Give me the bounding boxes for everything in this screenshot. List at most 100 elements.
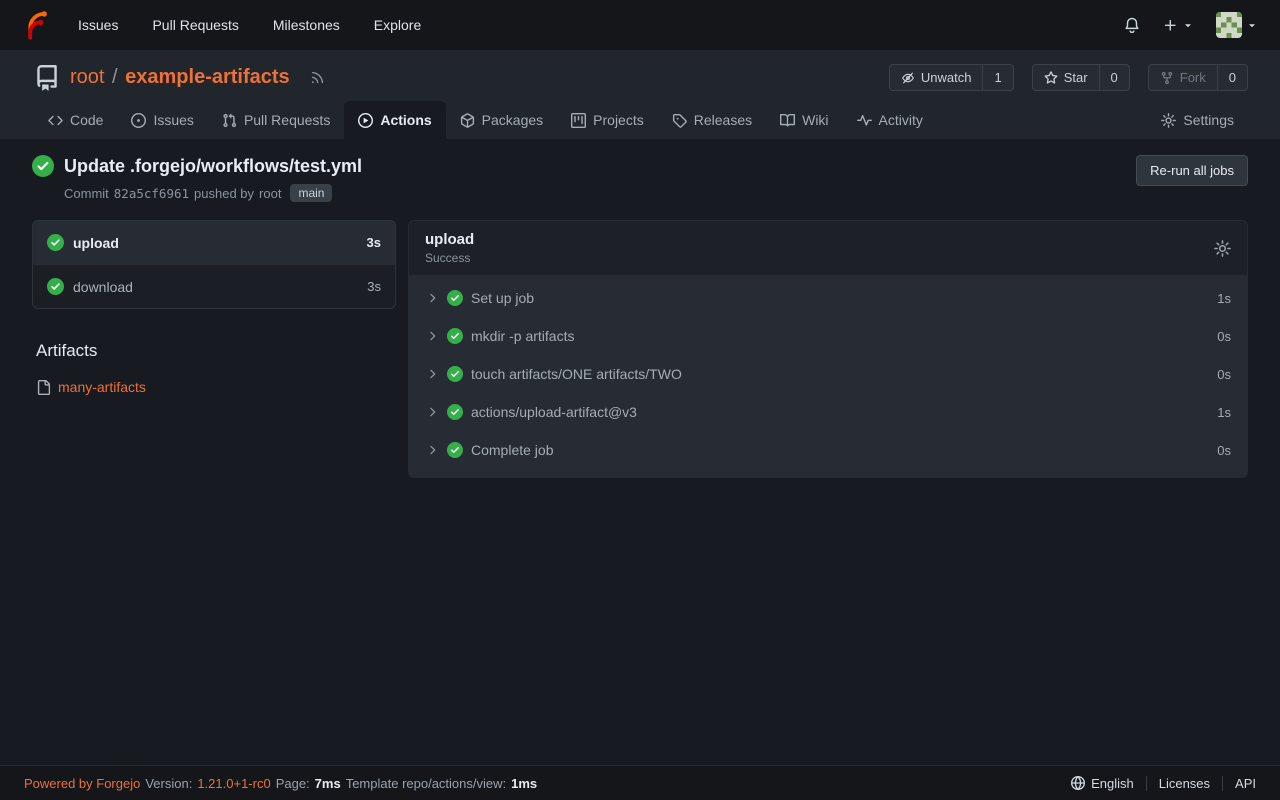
star-label: Star xyxy=(1064,70,1088,85)
job-detail-panel: upload Success Set up job 1s xyxy=(408,220,1248,478)
tab-projects[interactable]: Projects xyxy=(557,101,658,139)
job-row-download[interactable]: download 3s xyxy=(33,264,395,308)
commit-sha-link[interactable]: 82a5cf6961 xyxy=(114,186,189,201)
artifact-item: many-artifacts xyxy=(36,379,396,395)
tab-label: Actions xyxy=(380,112,431,128)
step-name: mkdir -p artifacts xyxy=(471,328,574,344)
star-button[interactable]: Star 0 xyxy=(1032,64,1130,91)
repo-header: root / example-artifacts xyxy=(0,50,1280,139)
plus-icon xyxy=(1163,18,1178,33)
powered-by-link[interactable]: Powered by Forgejo xyxy=(24,776,140,791)
branch-badge[interactable]: main xyxy=(290,184,332,202)
star-icon xyxy=(1044,71,1058,85)
tab-packages[interactable]: Packages xyxy=(446,101,557,139)
job-options-gear-icon[interactable] xyxy=(1214,240,1231,257)
play-circle-icon xyxy=(358,113,373,128)
fork-icon xyxy=(1160,71,1174,85)
chevron-right-icon xyxy=(425,329,439,343)
pulse-icon xyxy=(857,113,872,128)
version-link[interactable]: 1.21.0+1-rc0 xyxy=(197,776,270,791)
tab-settings[interactable]: Settings xyxy=(1147,101,1248,139)
repo-owner-link[interactable]: root xyxy=(70,66,104,88)
licenses-link[interactable]: Licenses xyxy=(1146,776,1222,791)
eye-slash-icon xyxy=(901,71,915,85)
nav-link-milestones[interactable]: Milestones xyxy=(273,17,340,33)
tab-code[interactable]: Code xyxy=(34,101,117,139)
step-name: Set up job xyxy=(471,290,534,306)
pushed-by-label: pushed by xyxy=(194,186,254,201)
forgejo-app: Issues Pull Requests Milestones Explore xyxy=(0,0,1280,800)
tab-actions[interactable]: Actions xyxy=(344,101,445,139)
run-success-icon xyxy=(32,155,54,177)
step-name: actions/upload-artifact@v3 xyxy=(471,404,637,420)
step-row-setup[interactable]: Set up job 1s xyxy=(409,279,1247,317)
step-success-icon xyxy=(447,366,463,382)
step-duration: 1s xyxy=(1217,291,1231,306)
job-steps-list: Set up job 1s mkdir -p artifacts 0s touc… xyxy=(409,275,1247,477)
api-link[interactable]: API xyxy=(1222,776,1256,791)
actions-run-view: Update .forgejo/workflows/test.yml Commi… xyxy=(0,139,1280,765)
job-detail-status: Success xyxy=(425,251,474,265)
repo-title: root / example-artifacts xyxy=(34,65,325,91)
tab-activity[interactable]: Activity xyxy=(843,101,937,139)
tab-label: Settings xyxy=(1183,112,1234,128)
job-name: download xyxy=(73,279,133,295)
repo-name-link[interactable]: example-artifacts xyxy=(125,66,290,88)
step-name: Complete job xyxy=(471,442,554,458)
nav-link-issues[interactable]: Issues xyxy=(78,17,118,33)
step-row-mkdir[interactable]: mkdir -p artifacts 0s xyxy=(409,317,1247,355)
unwatch-button[interactable]: Unwatch 1 xyxy=(889,64,1014,91)
repo-icon xyxy=(34,65,60,91)
step-duration: 1s xyxy=(1217,405,1231,420)
step-name: touch artifacts/ONE artifacts/TWO xyxy=(471,366,682,382)
repo-tabs: Code Issues Pull Requests Actions Packag… xyxy=(34,101,1248,139)
step-duration: 0s xyxy=(1217,329,1231,344)
page-label: Page: xyxy=(276,776,310,791)
template-label: Template repo/actions/view: xyxy=(346,776,506,791)
run-title: Update .forgejo/workflows/test.yml xyxy=(64,156,362,177)
tab-wiki[interactable]: Wiki xyxy=(766,101,842,139)
step-row-upload-artifact[interactable]: actions/upload-artifact@v3 1s xyxy=(409,393,1247,431)
commit-label: Commit xyxy=(64,186,109,201)
watch-count[interactable]: 1 xyxy=(982,65,1012,90)
jobs-list: upload 3s download 3s xyxy=(32,220,396,309)
run-commit-meta: Commit 82a5cf6961 pushed by root main xyxy=(64,184,362,202)
star-count[interactable]: 0 xyxy=(1099,65,1129,90)
issue-icon xyxy=(131,113,146,128)
job-detail-header: upload Success xyxy=(409,221,1247,275)
nav-link-explore[interactable]: Explore xyxy=(374,17,421,33)
navbar-links: Issues Pull Requests Milestones Explore xyxy=(78,17,421,33)
package-icon xyxy=(460,113,475,128)
chevron-right-icon xyxy=(425,367,439,381)
rss-icon[interactable] xyxy=(310,66,325,89)
notifications-bell-icon[interactable] xyxy=(1123,16,1141,34)
step-duration: 0s xyxy=(1217,367,1231,382)
fork-button[interactable]: Fork 0 xyxy=(1148,64,1248,91)
page-time: 7ms xyxy=(315,776,341,791)
job-row-upload[interactable]: upload 3s xyxy=(33,221,395,264)
tab-label: Packages xyxy=(482,112,543,128)
footer: Powered by Forgejo Version: 1.21.0+1-rc0… xyxy=(0,765,1280,800)
user-menu[interactable] xyxy=(1216,12,1258,38)
nav-link-pull-requests[interactable]: Pull Requests xyxy=(152,17,238,33)
artifact-download-link[interactable]: many-artifacts xyxy=(58,379,146,395)
chevron-right-icon xyxy=(425,443,439,457)
forgejo-logo-icon[interactable] xyxy=(22,10,52,40)
job-duration: 3s xyxy=(367,235,381,250)
fork-count[interactable]: 0 xyxy=(1217,65,1247,90)
book-icon xyxy=(780,113,795,128)
language-selector[interactable]: English xyxy=(1059,776,1146,791)
chevron-right-icon xyxy=(425,291,439,305)
create-new-menu[interactable] xyxy=(1163,18,1194,33)
tab-releases[interactable]: Releases xyxy=(658,101,766,139)
language-label: English xyxy=(1091,776,1134,791)
project-icon xyxy=(571,113,586,128)
pusher-link[interactable]: root xyxy=(259,186,281,201)
repo-action-buttons: Unwatch 1 Star 0 Fork 0 xyxy=(889,64,1248,91)
rerun-all-jobs-button[interactable]: Re-run all jobs xyxy=(1136,155,1248,186)
tab-pull-requests[interactable]: Pull Requests xyxy=(208,101,344,139)
step-row-touch[interactable]: touch artifacts/ONE artifacts/TWO 0s xyxy=(409,355,1247,393)
step-row-complete[interactable]: Complete job 0s xyxy=(409,431,1247,469)
tab-issues[interactable]: Issues xyxy=(117,101,207,139)
step-success-icon xyxy=(447,328,463,344)
